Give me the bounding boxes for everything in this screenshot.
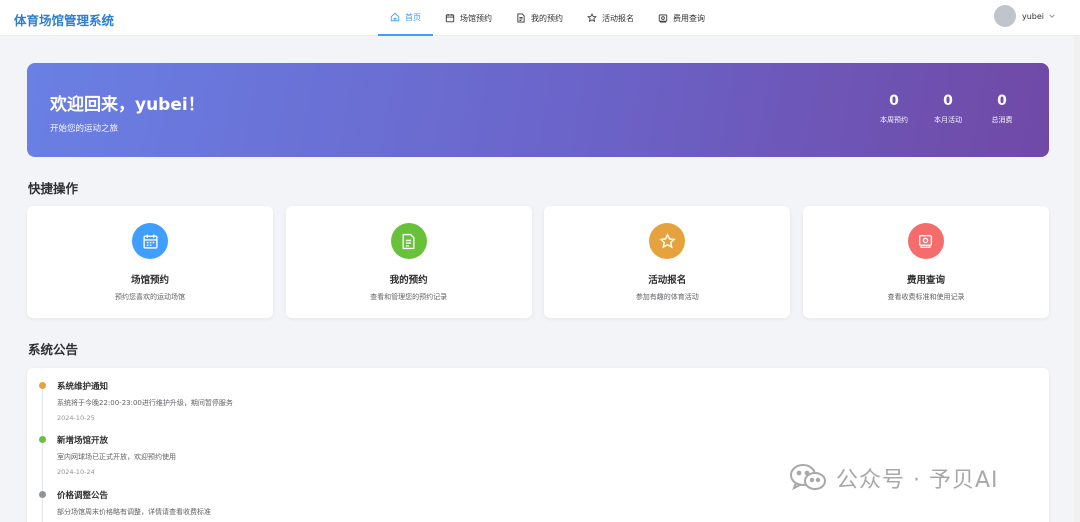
top-navbar: 体育场馆管理系统 首页 场馆预约 我的预约 活动报名 费用查询 yubei — [0, 0, 1080, 36]
nav-item-venue-booking[interactable]: 场馆预约 — [433, 0, 504, 36]
user-menu[interactable]: yubei — [993, 5, 1056, 27]
card-title: 我的预约 — [389, 275, 428, 286]
calendar-icon — [142, 234, 158, 249]
card-description: 查看和管理您的预约记录 — [370, 293, 448, 301]
nav-item-fee-query[interactable]: 费用查询 — [646, 0, 717, 36]
card-icon-circle — [907, 223, 944, 259]
card-description: 查看收费标准和使用记录 — [887, 293, 965, 301]
stats-panel: 0 本周预约 0 本月活动 0 总消费 — [867, 93, 1029, 125]
main-nav: 首页 场馆预约 我的预约 活动报名 费用查询 — [378, 0, 717, 36]
card-description: 参加有趣的体育活动 — [635, 293, 699, 301]
quick-action-my-bookings[interactable]: 我的预约 查看和管理您的预约记录 — [285, 206, 532, 318]
nav-item-home[interactable]: 首页 — [378, 0, 433, 36]
announcement-content: 系统将于今晚22:00-23:00进行维护升级，期间暂停服务 — [57, 399, 233, 407]
wechat-icon — [790, 464, 826, 491]
stat-weekly-bookings: 0 本周预约 — [867, 93, 921, 125]
card-title: 场馆预约 — [130, 275, 169, 286]
announcement-content: 部分场馆周末价格略有调整，详情请查看收费标准 — [57, 508, 211, 516]
quick-action-fee-query[interactable]: 费用查询 查看收费标准和使用记录 — [802, 206, 1049, 318]
card-title: 费用查询 — [906, 275, 945, 286]
announcement-title: 价格调整公告 — [57, 491, 109, 501]
quick-action-activity-signup[interactable]: 活动报名 参加有趣的体育活动 — [544, 206, 791, 318]
timeline-dot — [39, 436, 46, 443]
announcements-title: 系统公告 — [28, 342, 79, 357]
money-icon — [658, 14, 668, 23]
welcome-subtitle: 开始您的运动之旅 — [50, 124, 119, 134]
card-icon-circle — [390, 223, 427, 259]
watermark: 公众号 · 予贝AI — [788, 462, 999, 494]
announcement-date: 2024-10-25 — [57, 414, 95, 422]
timeline-line — [42, 384, 43, 522]
nav-item-label: 首页 — [405, 12, 421, 22]
announcement-date: 2024-10-24 — [57, 468, 95, 476]
card-description: 预约您喜欢的运动场馆 — [115, 293, 185, 301]
stat-value: 0 — [889, 93, 899, 109]
chevron-down-icon[interactable] — [1048, 12, 1056, 20]
app-title[interactable]: 体育场馆管理系统 — [14, 10, 114, 29]
nav-item-label: 我的预约 — [531, 13, 563, 23]
nav-item-my-bookings[interactable]: 我的预约 — [504, 0, 575, 36]
nav-item-label: 活动报名 — [602, 13, 634, 23]
document-icon — [402, 233, 415, 249]
money-icon — [919, 234, 933, 248]
page-scrollbar[interactable] — [1074, 36, 1080, 522]
nav-item-label: 场馆预约 — [460, 13, 492, 23]
stat-label: 总消费 — [991, 116, 1013, 124]
welcome-title: 欢迎回来，yubei！ — [50, 95, 205, 115]
timeline-dot — [39, 491, 46, 498]
stat-monthly-activities: 0 本月活动 — [921, 93, 975, 125]
user-name[interactable]: yubei — [1022, 12, 1044, 21]
card-icon-circle — [649, 223, 686, 259]
stat-value: 0 — [997, 93, 1007, 109]
announcement-title: 新增场馆开放 — [57, 436, 109, 446]
avatar[interactable] — [993, 5, 1016, 27]
star-icon — [587, 13, 597, 23]
announcement-content: 室内网球场已正式开放，欢迎预约使用 — [57, 453, 176, 461]
star-icon — [658, 232, 676, 249]
watermark-text: 公众号 · 予贝AI — [836, 468, 999, 493]
nav-item-activity-signup[interactable]: 活动报名 — [575, 0, 646, 36]
stat-total-spending: 0 总消费 — [975, 93, 1029, 125]
announcements-panel: 系统维护通知 系统将于今晚22:00-23:00进行维护升级，期间暂停服务 20… — [27, 368, 1049, 522]
card-title: 活动报名 — [648, 275, 687, 286]
quick-action-venue-booking[interactable]: 场馆预约 预约您喜欢的运动场馆 — [27, 206, 273, 318]
announcement-title: 系统维护通知 — [57, 382, 109, 392]
quick-actions: 场馆预约 预约您喜欢的运动场馆 我的预约 查看和管理您的预约记录 活动报名 参加… — [27, 206, 1049, 318]
stat-label: 本月活动 — [934, 116, 962, 124]
nav-item-label: 费用查询 — [673, 13, 705, 23]
calendar-icon — [445, 13, 455, 23]
card-icon-circle — [132, 223, 168, 259]
welcome-banner: 欢迎回来，yubei！ 开始您的运动之旅 0 本周预约 0 本月活动 0 总消费 — [27, 63, 1049, 157]
stat-value: 0 — [943, 93, 953, 109]
home-icon — [390, 12, 400, 22]
document-icon — [517, 13, 525, 23]
quick-actions-title: 快捷操作 — [28, 181, 79, 196]
timeline-dot — [39, 382, 46, 389]
stat-label: 本周预约 — [880, 116, 908, 124]
